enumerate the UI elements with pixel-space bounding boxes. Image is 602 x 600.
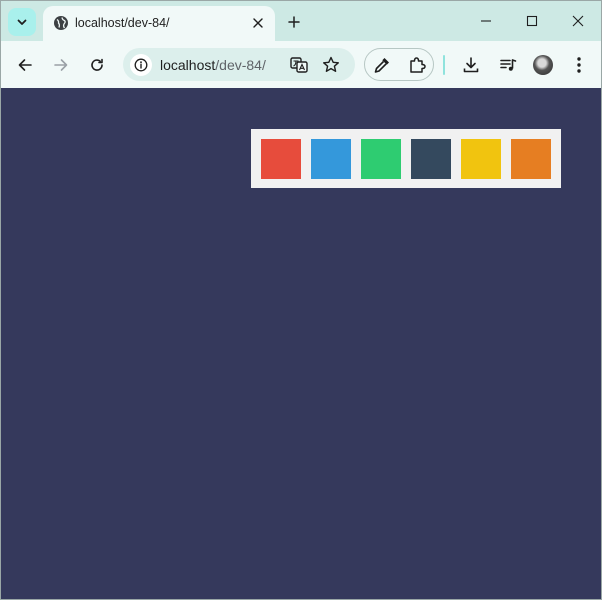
- minimize-button[interactable]: [471, 9, 501, 33]
- tab-close-button[interactable]: [249, 14, 267, 32]
- puzzle-icon[interactable]: [407, 55, 427, 75]
- globe-icon: [54, 16, 68, 30]
- address-bar[interactable]: localhost/dev-84/: [123, 48, 355, 81]
- forward-button[interactable]: [49, 53, 73, 77]
- media-queue-icon: [500, 59, 517, 71]
- page-viewport: [1, 88, 601, 599]
- color-swatch-green[interactable]: [361, 139, 401, 179]
- download-icon: [463, 57, 479, 73]
- new-tab-button[interactable]: [284, 12, 304, 32]
- eyedropper-icon[interactable]: [372, 55, 392, 75]
- site-info-button[interactable]: [130, 54, 152, 76]
- color-swatch-red[interactable]: [261, 139, 301, 179]
- reload-button[interactable]: [85, 53, 109, 77]
- tab-title: localhost/dev-84/: [75, 16, 170, 30]
- maximize-button[interactable]: [517, 9, 547, 33]
- color-swatch-panel: [251, 129, 561, 188]
- kebab-menu-icon: [577, 57, 581, 73]
- color-swatch-blue[interactable]: [311, 139, 351, 179]
- extensions-group: [364, 48, 434, 81]
- color-swatch-yellow[interactable]: [461, 139, 501, 179]
- profile-avatar[interactable]: [533, 55, 553, 75]
- url-text[interactable]: localhost/dev-84/: [160, 57, 266, 73]
- tab-strip: localhost/dev-84/: [1, 1, 601, 41]
- tab-search-button[interactable]: [8, 8, 36, 36]
- minimize-icon: [481, 20, 491, 22]
- color-swatch-dark-blue[interactable]: [411, 139, 451, 179]
- plus-icon: [288, 16, 300, 28]
- star-icon[interactable]: [321, 55, 341, 75]
- back-button[interactable]: [13, 53, 37, 77]
- info-icon: [134, 58, 148, 72]
- close-icon: [253, 18, 263, 28]
- translate-icon[interactable]: [289, 55, 309, 75]
- arrow-right-icon: [54, 59, 68, 71]
- browser-window: localhost/dev-84/ localhost/dev-84/: [0, 0, 602, 600]
- toolbar-divider: [443, 55, 445, 75]
- url-host: localhost: [160, 57, 216, 73]
- media-button[interactable]: [496, 53, 520, 77]
- close-window-button[interactable]: [563, 9, 593, 33]
- menu-button[interactable]: [567, 53, 591, 77]
- close-icon: [572, 15, 584, 27]
- active-tab[interactable]: localhost/dev-84/: [43, 6, 275, 41]
- maximize-icon: [526, 15, 538, 27]
- download-button[interactable]: [459, 53, 483, 77]
- chevron-down-icon: [17, 19, 27, 25]
- color-swatch-orange[interactable]: [511, 139, 551, 179]
- browser-toolbar: localhost/dev-84/: [1, 41, 601, 88]
- arrow-left-icon: [18, 59, 32, 71]
- reload-icon: [91, 58, 103, 71]
- url-path: /dev-84/: [215, 57, 266, 73]
